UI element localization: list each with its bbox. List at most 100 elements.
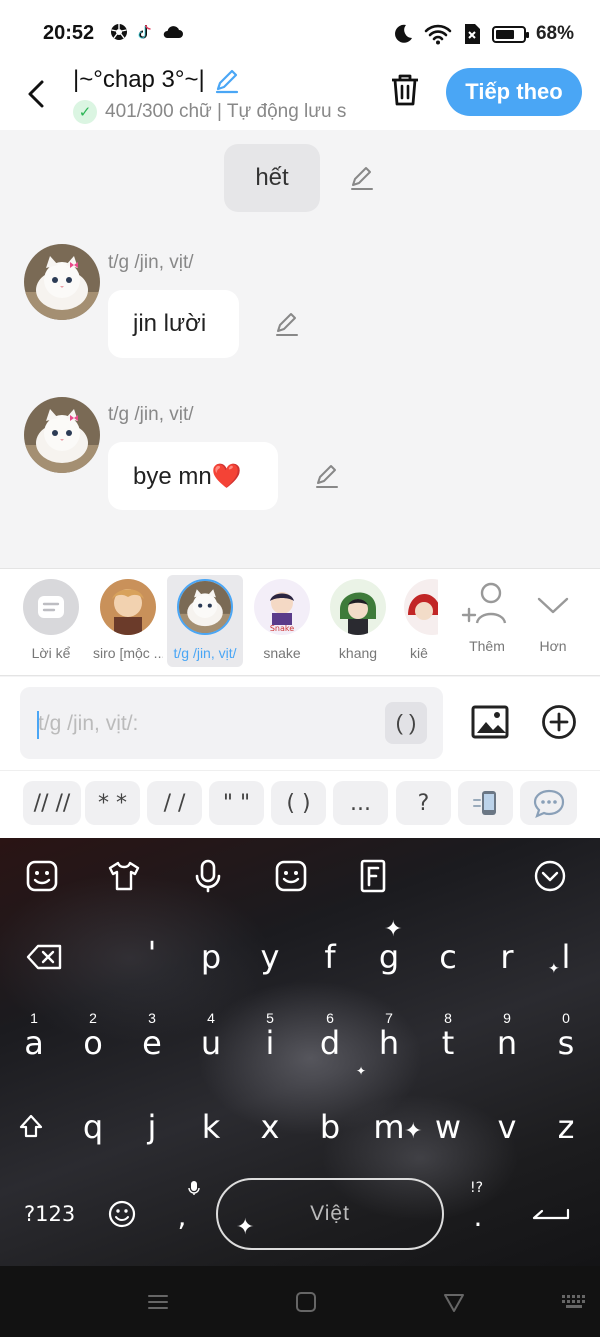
key[interactable]: e <box>123 1024 181 1062</box>
trash-icon[interactable] <box>388 72 422 108</box>
character-label: snake <box>263 645 301 661</box>
avatar[interactable] <box>24 397 100 473</box>
key[interactable]: t <box>419 1024 477 1062</box>
symbols-key[interactable]: ?123 <box>24 1202 75 1226</box>
moon-icon <box>395 24 412 43</box>
edit-pencil-icon[interactable] <box>273 310 301 338</box>
symbol-key[interactable]: ... <box>333 781 388 825</box>
edit-pencil-icon[interactable] <box>313 462 341 490</box>
narration-bubble[interactable]: hết <box>224 144 320 212</box>
title-line: |~°chap 3°~| <box>73 66 241 94</box>
key[interactable]: v <box>478 1108 536 1146</box>
character-kien[interactable]: kiê <box>394 579 438 661</box>
add-character-button[interactable]: Thêm <box>452 579 522 654</box>
key[interactable]: ' <box>123 934 181 972</box>
input-row: t/g /jin, vịt/: ( ) <box>0 677 600 770</box>
character-tg-jin-vit[interactable]: t/g /jin, vịt/ <box>170 579 240 661</box>
backspace-icon[interactable] <box>26 943 64 971</box>
soccer-icon <box>111 24 127 40</box>
key[interactable]: h <box>360 1024 418 1062</box>
key[interactable]: j <box>123 1108 181 1146</box>
home-icon[interactable] <box>294 1290 318 1314</box>
phone-shake-button[interactable] <box>458 781 513 825</box>
key[interactable]: k <box>182 1108 240 1146</box>
add-person-icon <box>461 582 507 624</box>
theme-shirt-icon[interactable] <box>106 858 142 894</box>
key[interactable]: b <box>301 1108 359 1146</box>
sticker-icon[interactable] <box>24 858 60 894</box>
key[interactable]: p <box>182 938 240 976</box>
symbol-key[interactable]: " " <box>209 781 264 825</box>
back-triangle-icon[interactable] <box>442 1290 466 1314</box>
shift-icon[interactable] <box>18 1113 44 1139</box>
key[interactable]: q <box>64 1108 122 1146</box>
key[interactable]: a <box>5 1024 63 1062</box>
comment-button[interactable] <box>520 781 577 825</box>
edit-pencil-icon[interactable] <box>348 164 376 192</box>
message-bubble[interactable]: bye mn❤️ <box>108 442 278 510</box>
key[interactable]: w <box>419 1108 477 1146</box>
period-key[interactable]: . <box>449 1200 507 1233</box>
font-icon[interactable] <box>356 858 392 894</box>
back-button[interactable] <box>22 74 52 108</box>
cloud-icon <box>163 26 183 38</box>
status-left-icons <box>110 23 184 41</box>
quick-symbol-row: // // * * / / " " ( ) ... ? <box>0 770 600 838</box>
emoji-key-icon[interactable] <box>107 1199 137 1229</box>
sparkle-decoration: ✦ <box>236 1214 255 1239</box>
symbol-key[interactable]: / / <box>147 781 202 825</box>
image-icon[interactable] <box>470 702 510 742</box>
key[interactable]: i <box>241 1024 299 1062</box>
sparkle-decoration: ✦ <box>548 960 560 976</box>
character-khang[interactable]: khang <box>323 579 393 661</box>
character-selector: Lời kể siro [mộc ... t/g /jin, vịt/ Snak… <box>0 568 600 676</box>
message-bubble[interactable]: jin lười <box>108 290 239 358</box>
key[interactable]: c <box>419 938 477 976</box>
keyboard-switch-icon[interactable] <box>560 1290 588 1314</box>
key[interactable]: o <box>64 1024 122 1062</box>
paren-button[interactable]: ( ) <box>385 702 427 744</box>
key[interactable]: u <box>182 1024 240 1062</box>
key[interactable]: x <box>241 1108 299 1146</box>
key[interactable]: y <box>241 938 299 976</box>
character-label: t/g /jin, vịt/ <box>173 645 237 661</box>
character-siro[interactable]: siro [mộc ... <box>93 579 163 661</box>
key[interactable]: n <box>478 1024 536 1062</box>
sparkle-decoration: ✦ <box>356 1064 367 1078</box>
enter-icon[interactable] <box>532 1204 572 1224</box>
key[interactable]: z <box>537 1108 595 1146</box>
add-label: Thêm <box>469 638 505 654</box>
microphone-icon[interactable] <box>190 858 226 894</box>
symbol-key[interactable]: ? <box>396 781 451 825</box>
collapse-keyboard-icon[interactable] <box>532 858 568 894</box>
key[interactable]: r <box>478 938 536 976</box>
symbol-key[interactable]: // // <box>23 781 81 825</box>
character-snake[interactable]: Snake snake <box>247 579 317 661</box>
sparkle-decoration: ✦ <box>384 916 403 941</box>
emoji-icon[interactable] <box>273 858 309 894</box>
avatar[interactable] <box>24 244 100 320</box>
character-narrator[interactable]: Lời kể <box>16 579 86 661</box>
avatar: Snake <box>254 579 310 635</box>
key[interactable]: f <box>301 938 359 976</box>
symbol-key[interactable]: * * <box>85 781 140 825</box>
key[interactable]: g <box>360 938 418 976</box>
editor-header: |~°chap 3°~| ✓ 401/300 chữ | Tự động lưu… <box>0 60 600 130</box>
add-icon[interactable] <box>541 704 577 740</box>
period-hint: !? <box>470 1180 484 1196</box>
next-button[interactable]: Tiếp theo <box>446 68 582 116</box>
avatar <box>330 579 386 635</box>
key[interactable]: d <box>301 1024 359 1062</box>
more-characters-button[interactable]: Hơn <box>518 579 588 654</box>
more-label: Hơn <box>539 638 567 654</box>
edit-title-icon[interactable] <box>213 66 241 94</box>
key[interactable]: s <box>537 1024 595 1062</box>
comma-key[interactable]: , <box>153 1200 211 1233</box>
character-label: siro [mộc ... <box>93 645 163 661</box>
symbol-key[interactable]: ( ) <box>271 781 326 825</box>
phone-shake-icon <box>472 791 496 815</box>
speech-bubble-icon <box>533 789 564 818</box>
key[interactable]: l <box>537 938 595 976</box>
menu-icon[interactable] <box>146 1290 170 1314</box>
message-input[interactable]: t/g /jin, vịt/: ( ) <box>20 687 443 759</box>
